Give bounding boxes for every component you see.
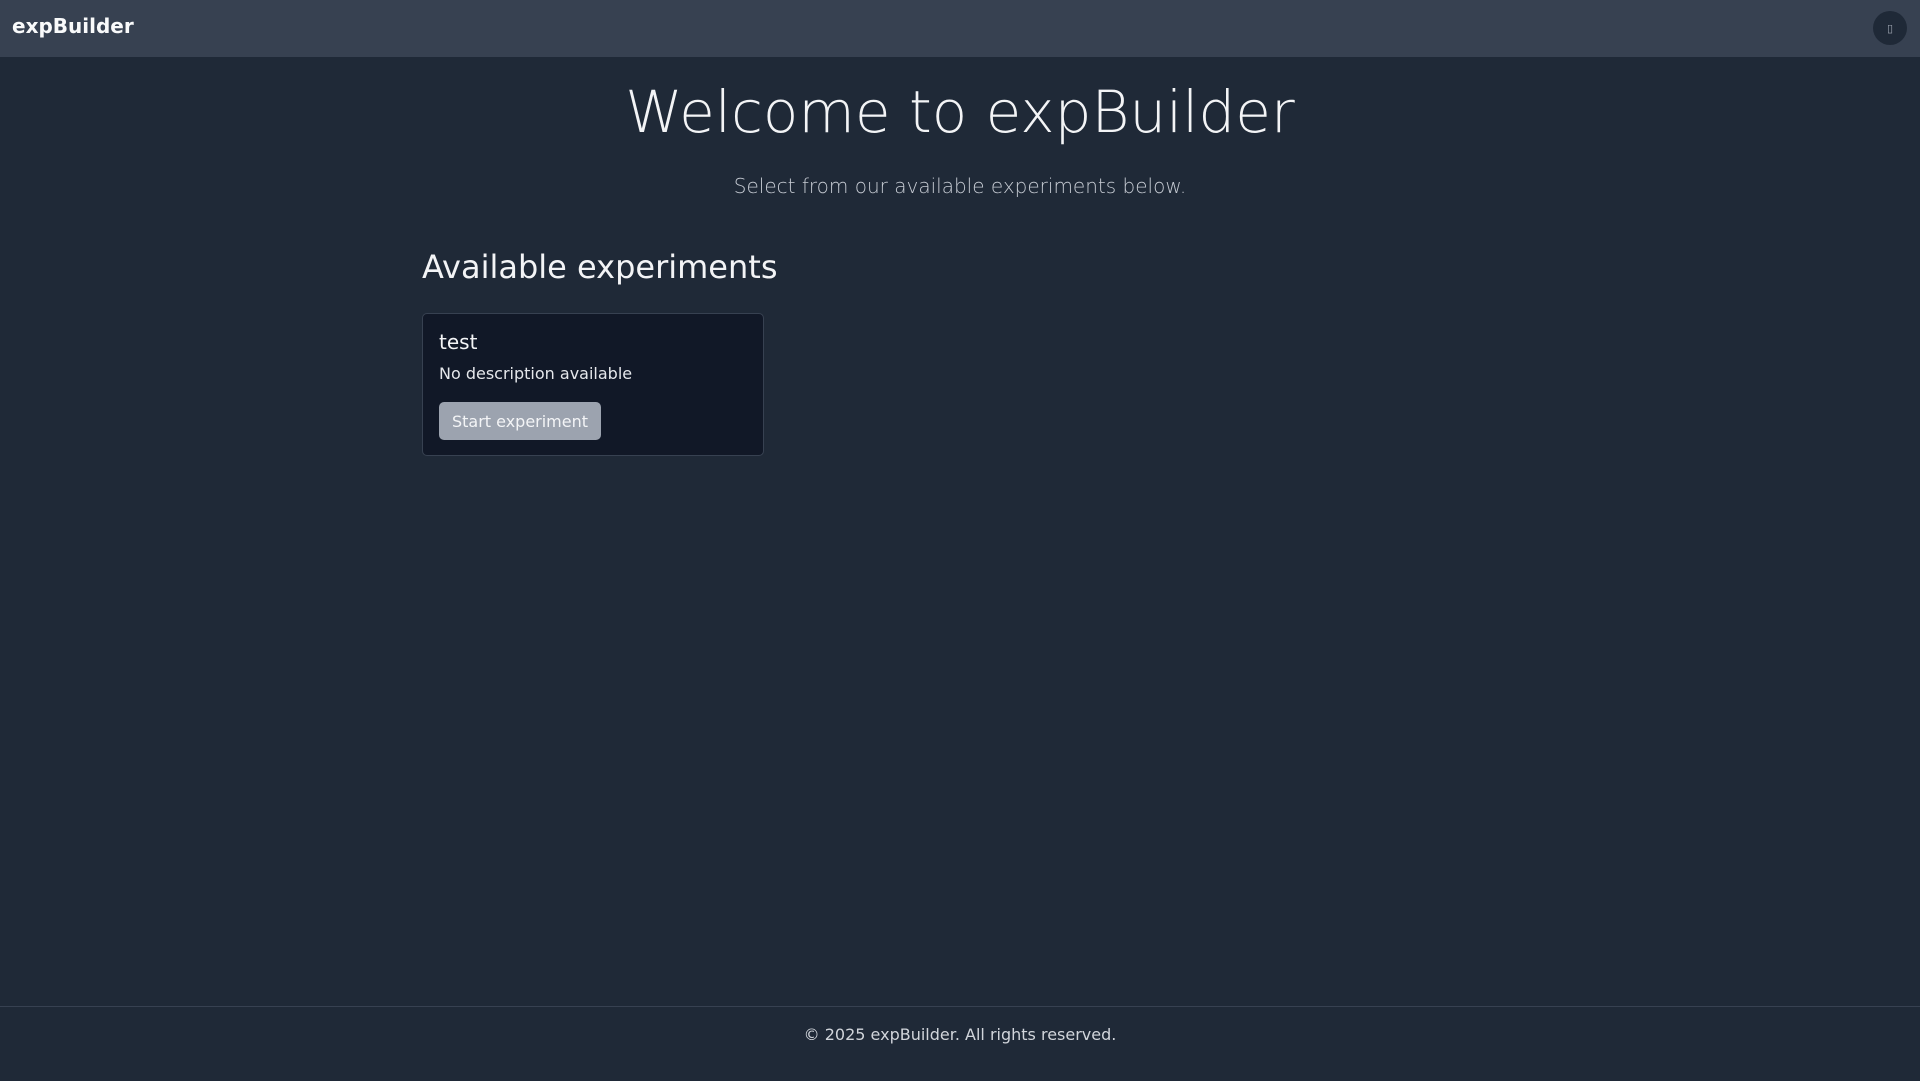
experiment-title: test (439, 330, 478, 354)
footer-copyright: © 2025 expBuilder. All rights reserved. (803, 1025, 1117, 1044)
page-subtitle: Select from our available experiments be… (733, 174, 1187, 198)
theme-toggle-button[interactable]: ▯ (1873, 11, 1907, 45)
page-title: Welcome to expBuilder (625, 78, 1295, 146)
brand-link[interactable]: expBuilder (12, 14, 134, 38)
start-experiment-button[interactable]: Start experiment (439, 402, 601, 440)
navbar: expBuilder ▯ (0, 0, 1920, 57)
footer: © 2025 expBuilder. All rights reserved. (0, 1006, 1920, 1081)
experiment-card: test No description available Start expe… (422, 313, 764, 456)
experiment-description: No description available (439, 364, 633, 383)
theme-toggle-icon: ▯ (1886, 22, 1894, 35)
experiments-heading: Available experiments (422, 248, 778, 286)
